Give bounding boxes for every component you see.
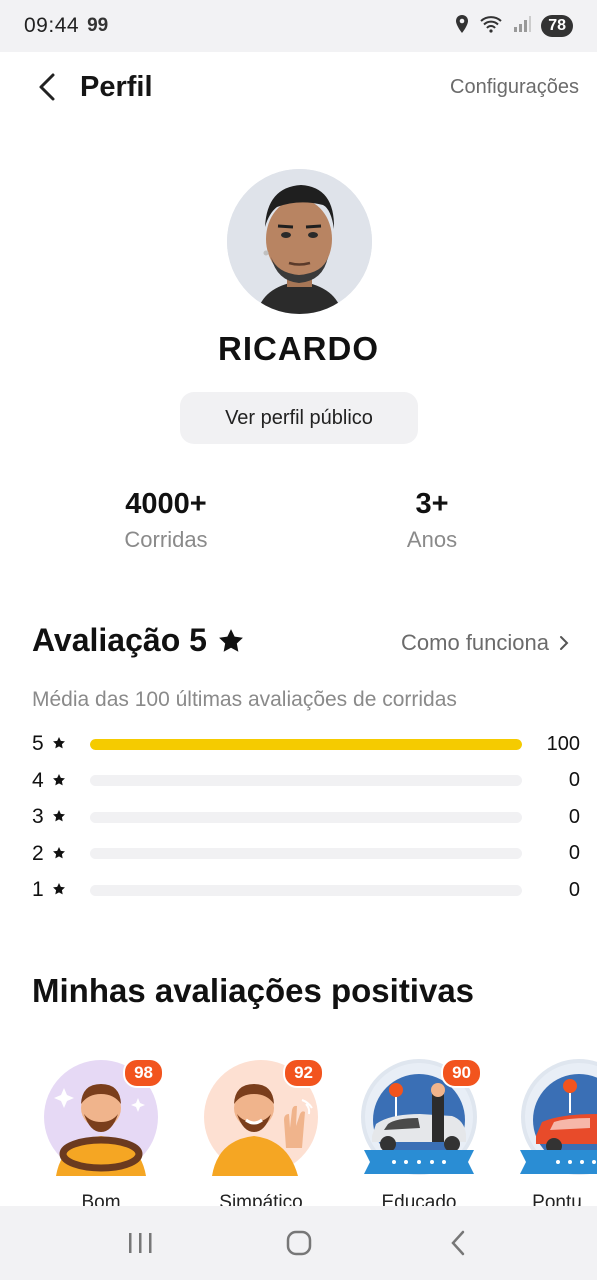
view-public-profile-button[interactable]: Ver perfil público xyxy=(180,392,418,444)
rating-row-stars: 2 xyxy=(32,842,90,866)
red-car-icon xyxy=(520,1059,597,1175)
rides-label: Corridas xyxy=(124,527,208,552)
rating-row-stars: 3 xyxy=(32,805,90,829)
rating-row: 5 100 xyxy=(32,732,580,756)
recent-apps-button[interactable] xyxy=(110,1218,170,1268)
rating-row-star-value: 2 xyxy=(32,841,44,865)
rating-row: 40 xyxy=(32,769,580,793)
rating-bar-track xyxy=(90,811,522,823)
years-label: Anos xyxy=(406,527,458,552)
badge-educado[interactable]: 90 Educado xyxy=(360,1058,482,1213)
home-button[interactable] xyxy=(269,1218,329,1268)
rides-count: 4000+ xyxy=(125,488,207,520)
rating-title: Avaliação 5 xyxy=(32,622,245,659)
battery-indicator: 78 xyxy=(541,15,573,37)
app-header: Perfil Configurações xyxy=(0,52,597,122)
rating-row-count: 100 xyxy=(546,732,580,755)
star-icon xyxy=(52,842,66,866)
rating-subtitle: Média das 100 últimas avaliações de corr… xyxy=(32,688,457,711)
driver-photo xyxy=(227,169,372,314)
rating-row-stars: 5 xyxy=(32,732,90,756)
badge-simpatico[interactable]: 92 Simpático xyxy=(202,1058,324,1213)
star-icon xyxy=(52,805,66,829)
rating-row-star-value: 1 xyxy=(32,878,44,901)
status-icons: 78 xyxy=(455,14,573,38)
recent-apps-icon xyxy=(128,1233,151,1253)
location-icon xyxy=(455,14,469,38)
avatar[interactable] xyxy=(227,169,372,314)
rating-bar-track xyxy=(90,848,522,859)
rating-bar-track xyxy=(90,775,522,786)
rating-row-count: 0 xyxy=(568,769,580,791)
rating-row-star-value: 5 xyxy=(32,732,44,755)
status-bar: 09:44 99 78 xyxy=(0,0,597,52)
rides-stat: 4000+ Corridas xyxy=(66,488,266,553)
back-button[interactable] xyxy=(30,70,64,104)
rating-row-count: 0 xyxy=(568,878,580,901)
years-count: 3+ xyxy=(415,488,449,520)
rating-row-stars: 4 xyxy=(32,769,90,793)
rating-row-star-value: 4 xyxy=(32,768,44,792)
status-time: 09:44 xyxy=(24,14,80,37)
rating-row: 30 xyxy=(32,805,580,829)
badge-bom[interactable]: 98 Bom xyxy=(42,1058,164,1213)
home-icon xyxy=(286,1230,311,1256)
status-notification-badge: 99 xyxy=(87,15,109,36)
back-icon xyxy=(450,1230,464,1256)
how-it-works-label: Como funciona xyxy=(401,630,549,655)
rating-row-stars: 1 xyxy=(32,878,90,902)
badge-pontual[interactable]: Pontu xyxy=(520,1058,597,1213)
rating-row-count: 0 xyxy=(568,842,580,864)
rating-title-text: Avaliação 5 xyxy=(32,622,207,658)
wifi-icon xyxy=(479,15,503,38)
how-it-works-link[interactable]: Como funciona xyxy=(401,630,569,656)
rating-row-count: 0 xyxy=(568,805,580,828)
star-icon xyxy=(52,732,66,756)
rating-bar-track xyxy=(90,884,522,896)
years-stat: 3+ Anos xyxy=(332,488,532,553)
star-icon xyxy=(219,628,243,652)
badge-count: 98 xyxy=(123,1058,164,1088)
rating-row: 10 xyxy=(32,878,580,902)
chevron-left-icon xyxy=(39,73,55,101)
rating-row-star-value: 3 xyxy=(32,805,44,828)
badge-count: 92 xyxy=(283,1058,324,1088)
signal-icon xyxy=(513,15,532,37)
system-back-button[interactable] xyxy=(428,1218,488,1268)
settings-link[interactable]: Configurações xyxy=(450,76,579,99)
star-icon xyxy=(52,878,66,902)
system-navigation-bar xyxy=(0,1206,597,1280)
rating-bar-track xyxy=(90,738,522,750)
positive-ratings-title: Minhas avaliações positivas xyxy=(32,972,475,1009)
badge-count: 90 xyxy=(441,1058,482,1088)
rating-bar-fill xyxy=(90,738,522,750)
star-icon xyxy=(52,769,66,793)
rating-row: 20 xyxy=(32,842,580,866)
page-title: Perfil xyxy=(80,70,153,103)
driver-name: RICARDO xyxy=(218,330,379,367)
chevron-right-icon xyxy=(560,636,569,650)
